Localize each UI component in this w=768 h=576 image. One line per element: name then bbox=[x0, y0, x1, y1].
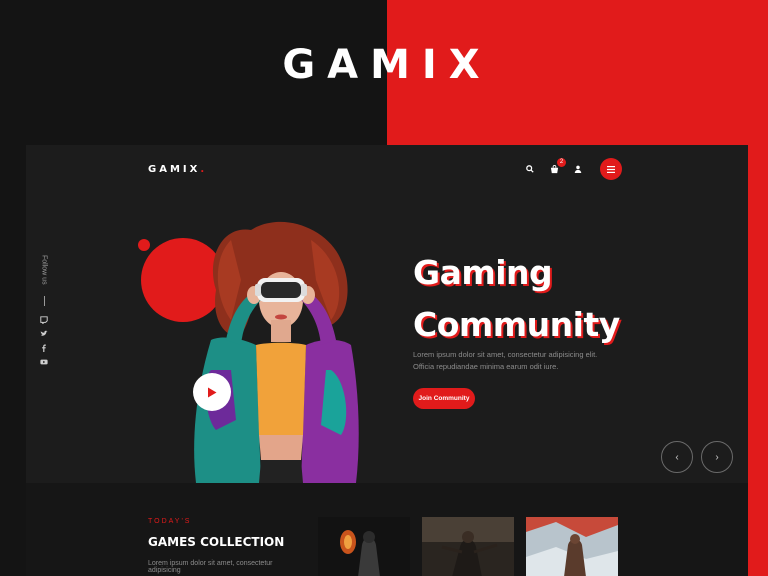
hero-section: GAMIX. 2 Follow us Gaming Community Lore… bbox=[26, 145, 748, 483]
decorative-red-circle-small bbox=[138, 239, 150, 251]
game-thumbnail-2[interactable] bbox=[422, 517, 514, 576]
social-links bbox=[32, 315, 56, 366]
twitter-icon[interactable] bbox=[40, 330, 48, 338]
cart-icon[interactable]: 2 bbox=[548, 158, 566, 175]
hero-gamer-image bbox=[194, 221, 359, 483]
website-preview: GAMIX. 2 Follow us Gaming Community Lore… bbox=[26, 145, 748, 576]
nav-logo-text: GAMIX bbox=[148, 164, 201, 175]
search-icon[interactable] bbox=[524, 163, 536, 175]
twitch-icon[interactable] bbox=[40, 315, 48, 324]
youtube-icon[interactable] bbox=[40, 358, 48, 366]
cart-badge: 2 bbox=[557, 158, 566, 167]
nav-logo[interactable]: GAMIX. bbox=[148, 164, 207, 175]
headline-line-1: Gaming bbox=[413, 253, 553, 292]
hero-description: Lorem ipsum dolor sit amet, consectetur … bbox=[413, 350, 598, 371]
brand-title: GAMIX bbox=[282, 42, 492, 88]
games-collection-section: TODAY'S GAMES COLLECTION Lorem ipsum dol… bbox=[26, 483, 748, 576]
hero-headline: Gaming Community bbox=[413, 247, 620, 351]
prev-slide-button[interactable]: ‹ bbox=[661, 441, 693, 473]
section-title: GAMES COLLECTION bbox=[148, 535, 285, 549]
game-thumbnail-3[interactable] bbox=[526, 517, 618, 576]
hamburger-icon bbox=[607, 165, 615, 173]
game-thumbnail-1[interactable] bbox=[318, 517, 410, 576]
follow-label: Follow us bbox=[40, 255, 48, 285]
facebook-icon[interactable] bbox=[40, 344, 48, 352]
headline-line-2: Community bbox=[413, 305, 620, 344]
nav-logo-dot: . bbox=[200, 164, 208, 175]
play-icon bbox=[208, 387, 217, 397]
join-community-button[interactable]: Join Community bbox=[413, 388, 475, 409]
follow-divider bbox=[43, 295, 45, 306]
menu-button[interactable] bbox=[600, 158, 622, 180]
user-icon[interactable] bbox=[572, 163, 584, 175]
section-description: Lorem ipsum dolor sit amet, consectetur … bbox=[148, 560, 273, 574]
next-slide-button[interactable]: › bbox=[701, 441, 733, 473]
nav-icons: 2 bbox=[524, 158, 584, 175]
follow-us-sidebar: Follow us bbox=[32, 255, 56, 366]
section-eyebrow: TODAY'S bbox=[148, 518, 192, 525]
play-video-button[interactable] bbox=[193, 373, 231, 411]
